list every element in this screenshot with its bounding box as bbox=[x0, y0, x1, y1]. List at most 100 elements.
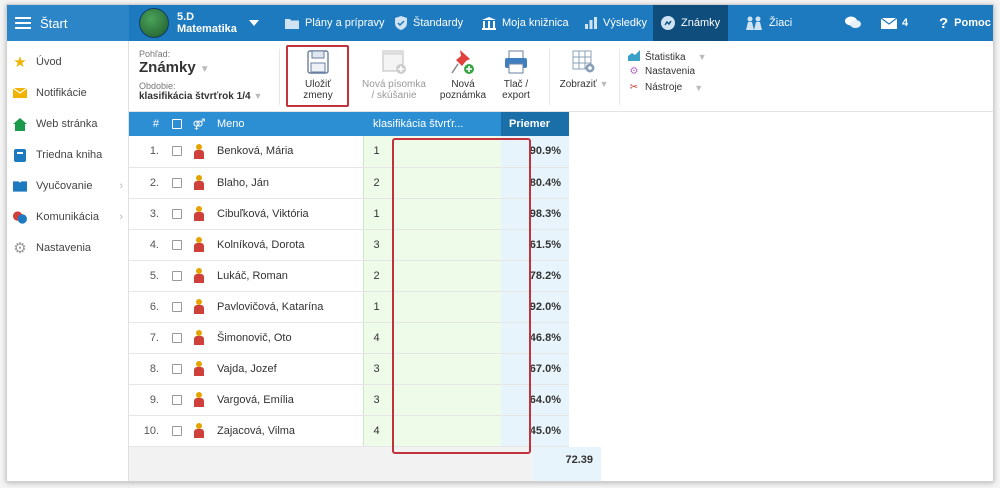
grade-cell[interactable]: 4 bbox=[362, 415, 501, 447]
row-checkbox[interactable] bbox=[167, 322, 187, 354]
student-name[interactable]: Šimonovič, Oto bbox=[211, 322, 363, 354]
new-test-button[interactable]: Nová písomka / skúšanie bbox=[355, 47, 433, 101]
student-icon bbox=[187, 291, 211, 323]
nav-znamky-label: Známky bbox=[681, 17, 721, 29]
student-name[interactable]: Kolníková, Dorota bbox=[211, 229, 363, 261]
nav-kniznica[interactable]: Moja knižnica bbox=[482, 5, 569, 41]
col-number-header: # bbox=[129, 112, 167, 136]
sidebar-item-web[interactable]: Web stránka bbox=[7, 114, 129, 134]
new-note-button[interactable]: Nová poznámka bbox=[435, 47, 491, 101]
row-number: 8. bbox=[129, 353, 167, 385]
tools-menu[interactable]: ✂ Nástroje ▼ bbox=[627, 82, 703, 93]
new-test-label-1: Nová písomka bbox=[362, 79, 426, 90]
student-name[interactable]: Benková, Mária bbox=[211, 136, 363, 168]
chevron-right-icon: › bbox=[119, 211, 123, 223]
gender-icon: ⚤ bbox=[187, 112, 211, 136]
sidebar-item-uvod[interactable]: ★ Úvod bbox=[7, 52, 129, 72]
class-selector[interactable]: 5.D Matematika bbox=[139, 8, 259, 38]
average-cell: 98.3% bbox=[501, 198, 569, 230]
shield-icon bbox=[395, 16, 407, 30]
nav-znamky[interactable]: Známky bbox=[653, 5, 729, 41]
settings-link[interactable]: ⚙ Nastavenia bbox=[627, 66, 696, 77]
nav-ziaci[interactable]: Žiaci bbox=[745, 5, 792, 41]
average-cell: 90.9% bbox=[501, 136, 569, 168]
print-export-button[interactable]: Tlač / export bbox=[493, 47, 539, 101]
row-checkbox[interactable] bbox=[167, 415, 187, 447]
table-row: 7. Šimonovič, Oto 4 46.8% bbox=[129, 322, 569, 354]
messages-count: 4 bbox=[902, 17, 909, 29]
envelope-icon bbox=[13, 86, 27, 100]
help-icon: ? bbox=[939, 14, 949, 32]
student-icon bbox=[187, 136, 211, 168]
grade-cell[interactable]: 1 bbox=[362, 198, 501, 230]
student-name[interactable]: Pavlovičová, Katarína bbox=[211, 291, 363, 323]
toolbar-divider bbox=[619, 49, 620, 105]
sidebar-item-triedna-kniha[interactable]: Triedna kniha bbox=[7, 145, 129, 165]
sidebar-item-vyucovanie[interactable]: Vyučovanie › bbox=[7, 176, 129, 196]
grade-cell[interactable]: 1 bbox=[362, 136, 501, 168]
nav-plany[interactable]: Plány a prípravy bbox=[285, 5, 384, 41]
col-grade-header[interactable]: klasifikácia štvrťr... bbox=[363, 112, 501, 136]
col-average-header[interactable]: Priemer bbox=[501, 112, 569, 136]
grade-cell[interactable]: 1 bbox=[362, 291, 501, 323]
show-dropdown[interactable]: Zobraziť ▼ bbox=[553, 47, 615, 90]
average-cell: 46.8% bbox=[501, 322, 569, 354]
table-row: 10. Zajacová, Vilma 4 45.0% bbox=[129, 415, 569, 447]
chat-button[interactable] bbox=[845, 5, 861, 41]
sidebar-item-label: Vyučovanie bbox=[36, 180, 93, 192]
student-icon bbox=[187, 353, 211, 385]
grade-cell[interactable]: 3 bbox=[362, 384, 501, 416]
table-row: 3. Cibuľková, Viktória 1 98.3% bbox=[129, 198, 569, 230]
statistics-menu[interactable]: Štatistika ▼ bbox=[627, 50, 707, 64]
grades-icon bbox=[661, 16, 675, 30]
students-icon bbox=[746, 16, 762, 30]
student-name[interactable]: Vargová, Emília bbox=[211, 384, 363, 416]
nav-vysledky[interactable]: Výsledky bbox=[585, 5, 647, 41]
chevron-down-icon: ▼ bbox=[694, 82, 704, 93]
print-label-2: export bbox=[502, 90, 530, 101]
nav-standardy[interactable]: Štandardy bbox=[395, 5, 463, 41]
grade-cell[interactable]: 2 bbox=[362, 260, 501, 292]
row-checkbox[interactable] bbox=[167, 198, 187, 230]
sidebar-item-komunikacia[interactable]: Komunikácia › bbox=[7, 207, 129, 227]
period-selector[interactable]: klasifikácia štvrťrok 1/4 ▼ bbox=[139, 91, 262, 102]
row-checkbox[interactable] bbox=[167, 167, 187, 199]
average-cell: 61.5% bbox=[501, 229, 569, 261]
messages-button[interactable]: 4 bbox=[881, 5, 908, 41]
start-menu-button[interactable]: Štart bbox=[7, 5, 129, 41]
average-cell: 45.0% bbox=[501, 415, 569, 447]
sidebar-item-label: Komunikácia bbox=[36, 211, 99, 223]
student-name[interactable]: Lukáč, Roman bbox=[211, 260, 363, 292]
class-avatar bbox=[139, 8, 169, 38]
sidebar-item-nastavenia[interactable]: ⚙ Nastavenia bbox=[7, 238, 129, 258]
student-name[interactable]: Zajacová, Vilma bbox=[211, 415, 363, 447]
save-highlight bbox=[286, 45, 349, 107]
student-name[interactable]: Cibuľková, Viktória bbox=[211, 198, 363, 230]
student-name[interactable]: Blaho, Ján bbox=[211, 167, 363, 199]
grade-cell[interactable]: 3 bbox=[362, 353, 501, 385]
row-checkbox[interactable] bbox=[167, 229, 187, 261]
row-checkbox[interactable] bbox=[167, 353, 187, 385]
select-all-checkbox[interactable] bbox=[167, 112, 187, 136]
open-book-icon bbox=[13, 179, 27, 193]
sidebar-item-notifikacie[interactable]: Notifikácie bbox=[7, 83, 129, 103]
chevron-down-icon: ▼ bbox=[253, 91, 263, 101]
sidebar-item-label: Úvod bbox=[36, 56, 62, 68]
grade-cell[interactable]: 4 bbox=[362, 322, 501, 354]
help-label: Pomoc bbox=[954, 17, 991, 29]
col-name-header[interactable]: Meno bbox=[211, 112, 363, 136]
row-checkbox[interactable] bbox=[167, 291, 187, 323]
grade-cell[interactable]: 2 bbox=[362, 167, 501, 199]
student-name[interactable]: Vajda, Jozef bbox=[211, 353, 363, 385]
sidebar-item-label: Web stránka bbox=[36, 118, 98, 130]
row-checkbox[interactable] bbox=[167, 384, 187, 416]
chevron-right-icon: › bbox=[119, 180, 123, 192]
view-selector[interactable]: Pohľad: Známky ▼ Obdobie: klasifikácia št… bbox=[139, 49, 262, 102]
average-cell: 64.0% bbox=[501, 384, 569, 416]
row-checkbox[interactable] bbox=[167, 136, 187, 168]
sidebar-item-label: Notifikácie bbox=[36, 87, 87, 99]
row-checkbox[interactable] bbox=[167, 260, 187, 292]
gears-icon: ⚙ bbox=[629, 66, 639, 77]
help-button[interactable]: ? Pomoc bbox=[939, 5, 991, 41]
grade-cell[interactable]: 3 bbox=[362, 229, 501, 261]
